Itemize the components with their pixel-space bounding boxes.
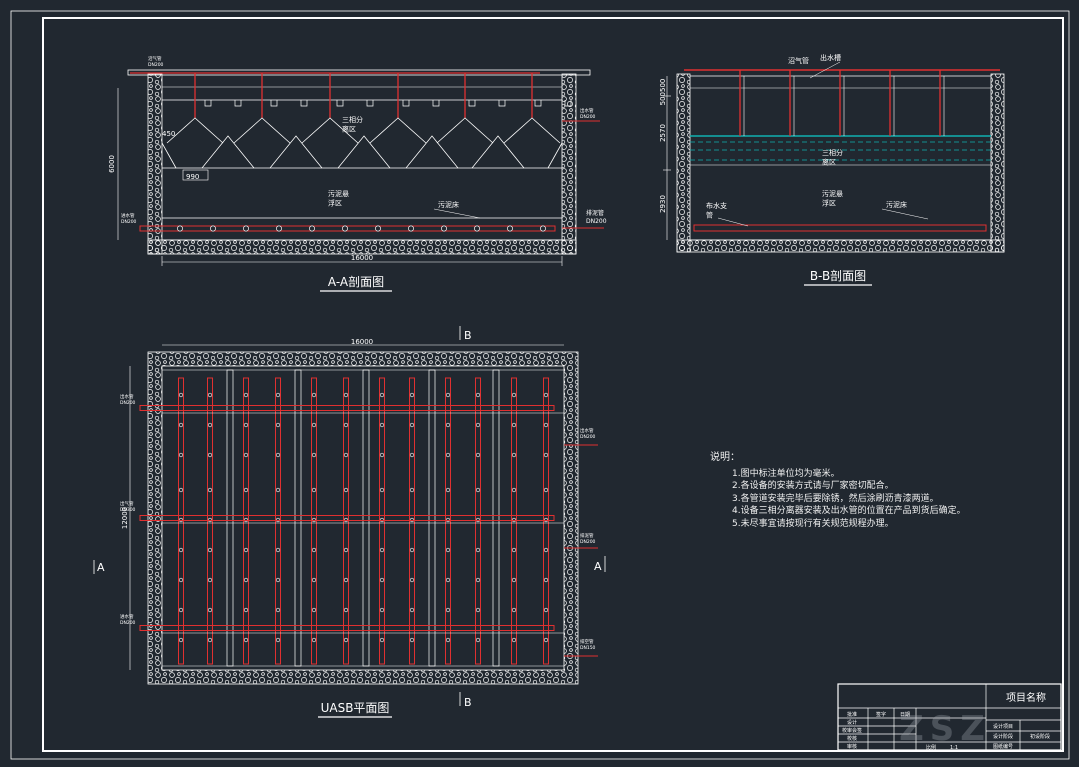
plan-section-a-left: A — [97, 561, 105, 574]
tb-col-date: 日期 — [900, 712, 910, 718]
tb-right-r3: 图纸编号 — [993, 743, 1013, 750]
plan-label-r2: 排泥管 DN200 — [580, 532, 596, 545]
tb-row-label: 校核 — [847, 735, 857, 742]
bb-dim-mid: 2570 — [659, 124, 667, 142]
cad-drawing: 16000 6000 450 990 三相分离区 污泥悬浮区 污泥床 沼气管 DN… — [10, 10, 1070, 760]
aa-label-outlet: 出水管 DN200 — [580, 107, 596, 120]
tb-watermark: ZSZ — [899, 709, 991, 749]
plan-width-dim: 16000 — [351, 338, 373, 346]
plan-section-a-right: A — [594, 560, 602, 573]
bb-title: B-B剖面图 — [810, 269, 866, 283]
tb-row-label: 批准 — [847, 711, 857, 718]
tb-row-label: 设计 — [847, 719, 857, 726]
aa-width-dim: 16000 — [351, 254, 373, 262]
note-item: 1.图中标注单位均为毫米。 — [732, 468, 840, 479]
bb-dim-bot: 2930 — [659, 195, 667, 213]
tb-row-label: 审核 — [847, 743, 857, 750]
tb-project-name: 项目名称 — [1006, 691, 1046, 704]
bb-outlet-channel: 出水槽 — [820, 53, 841, 62]
notes-block: 说明： 1.图中标注单位均为毫米。 2.各设备的安装方式请与厂家密切配合。 3.… — [710, 452, 966, 530]
plan-title: UASB平面图 — [321, 701, 390, 715]
aa-dim-990: 990 — [186, 173, 199, 181]
tb-row-label: 校审会签 — [842, 727, 862, 734]
aa-zone-separator: 三相分离区 — [342, 115, 363, 133]
note-item: 2.各设备的安装方式请与厂家密切配合。 — [732, 481, 894, 491]
plan-view: 16000 12000 B B A A 出水管 DN200 出气管 DN300 进水… — [93, 326, 606, 718]
tb-right-r1: 设计项目 — [993, 723, 1013, 730]
note-item: 4.设备三相分离器安装及出水管的位置在产品到货后确定。 — [732, 506, 966, 516]
bb-biogas-pipe: 沼气管 — [788, 56, 809, 65]
notes-title: 说明： — [710, 452, 740, 463]
note-item: 3.各管道安装完毕后要除锈，然后涂刷沥青漆两道。 — [732, 493, 939, 504]
plan-section-b-top: B — [464, 329, 472, 342]
plan-label-r1: 出水管 DN200 — [580, 427, 596, 440]
tb-scale-value: 1:1 — [950, 745, 958, 751]
bb-dim-top: 500500 — [659, 79, 667, 106]
aa-zone-sludge: 污泥悬浮区 — [328, 190, 349, 207]
aa-sludge-bed: 污泥床 — [438, 200, 459, 209]
bb-sludge-bed: 污泥床 — [886, 200, 907, 209]
tb-right-r2b: 初设阶段 — [1030, 733, 1050, 740]
plan-label-r3: 排空管 DN150 — [580, 638, 596, 651]
bb-zone-separator: 三相分离区 — [822, 148, 843, 166]
aa-label-biogas: 沼气管 DN200 — [148, 55, 164, 68]
plan-label-l2: 出气管 DN300 — [120, 500, 136, 513]
bb-water-branch: 布水支管 — [706, 201, 727, 219]
section-aa: 16000 6000 450 990 三相分离区 污泥悬浮区 污泥床 沼气管 DN… — [108, 55, 607, 292]
tb-right-r2a: 设计阶段 — [993, 733, 1013, 740]
plan-label-l3: 进水管 DN200 — [120, 613, 136, 626]
tb-scale: 比例 — [926, 744, 936, 751]
note-item: 5.未尽事宜请按现行有关规范规程办理。 — [732, 518, 894, 529]
tb-col-sign: 签字 — [876, 711, 886, 718]
aa-label-drain: 排泥管 DN200 — [586, 209, 607, 225]
aa-dim-450: 450 — [162, 130, 175, 138]
aa-label-inlet: 进水管 DN200 — [121, 212, 137, 225]
section-bb: 500500 2570 2930 沼气管 出水槽 三相分离区 污泥悬浮区 污泥床… — [659, 53, 1005, 286]
plan-section-b-bottom: B — [464, 696, 472, 709]
bb-zone-sludge: 污泥悬浮区 — [822, 190, 843, 207]
aa-height-dim: 6000 — [108, 155, 116, 173]
aa-title: A-A剖面图 — [328, 275, 384, 289]
plan-label-l1: 出水管 DN200 — [120, 393, 136, 406]
